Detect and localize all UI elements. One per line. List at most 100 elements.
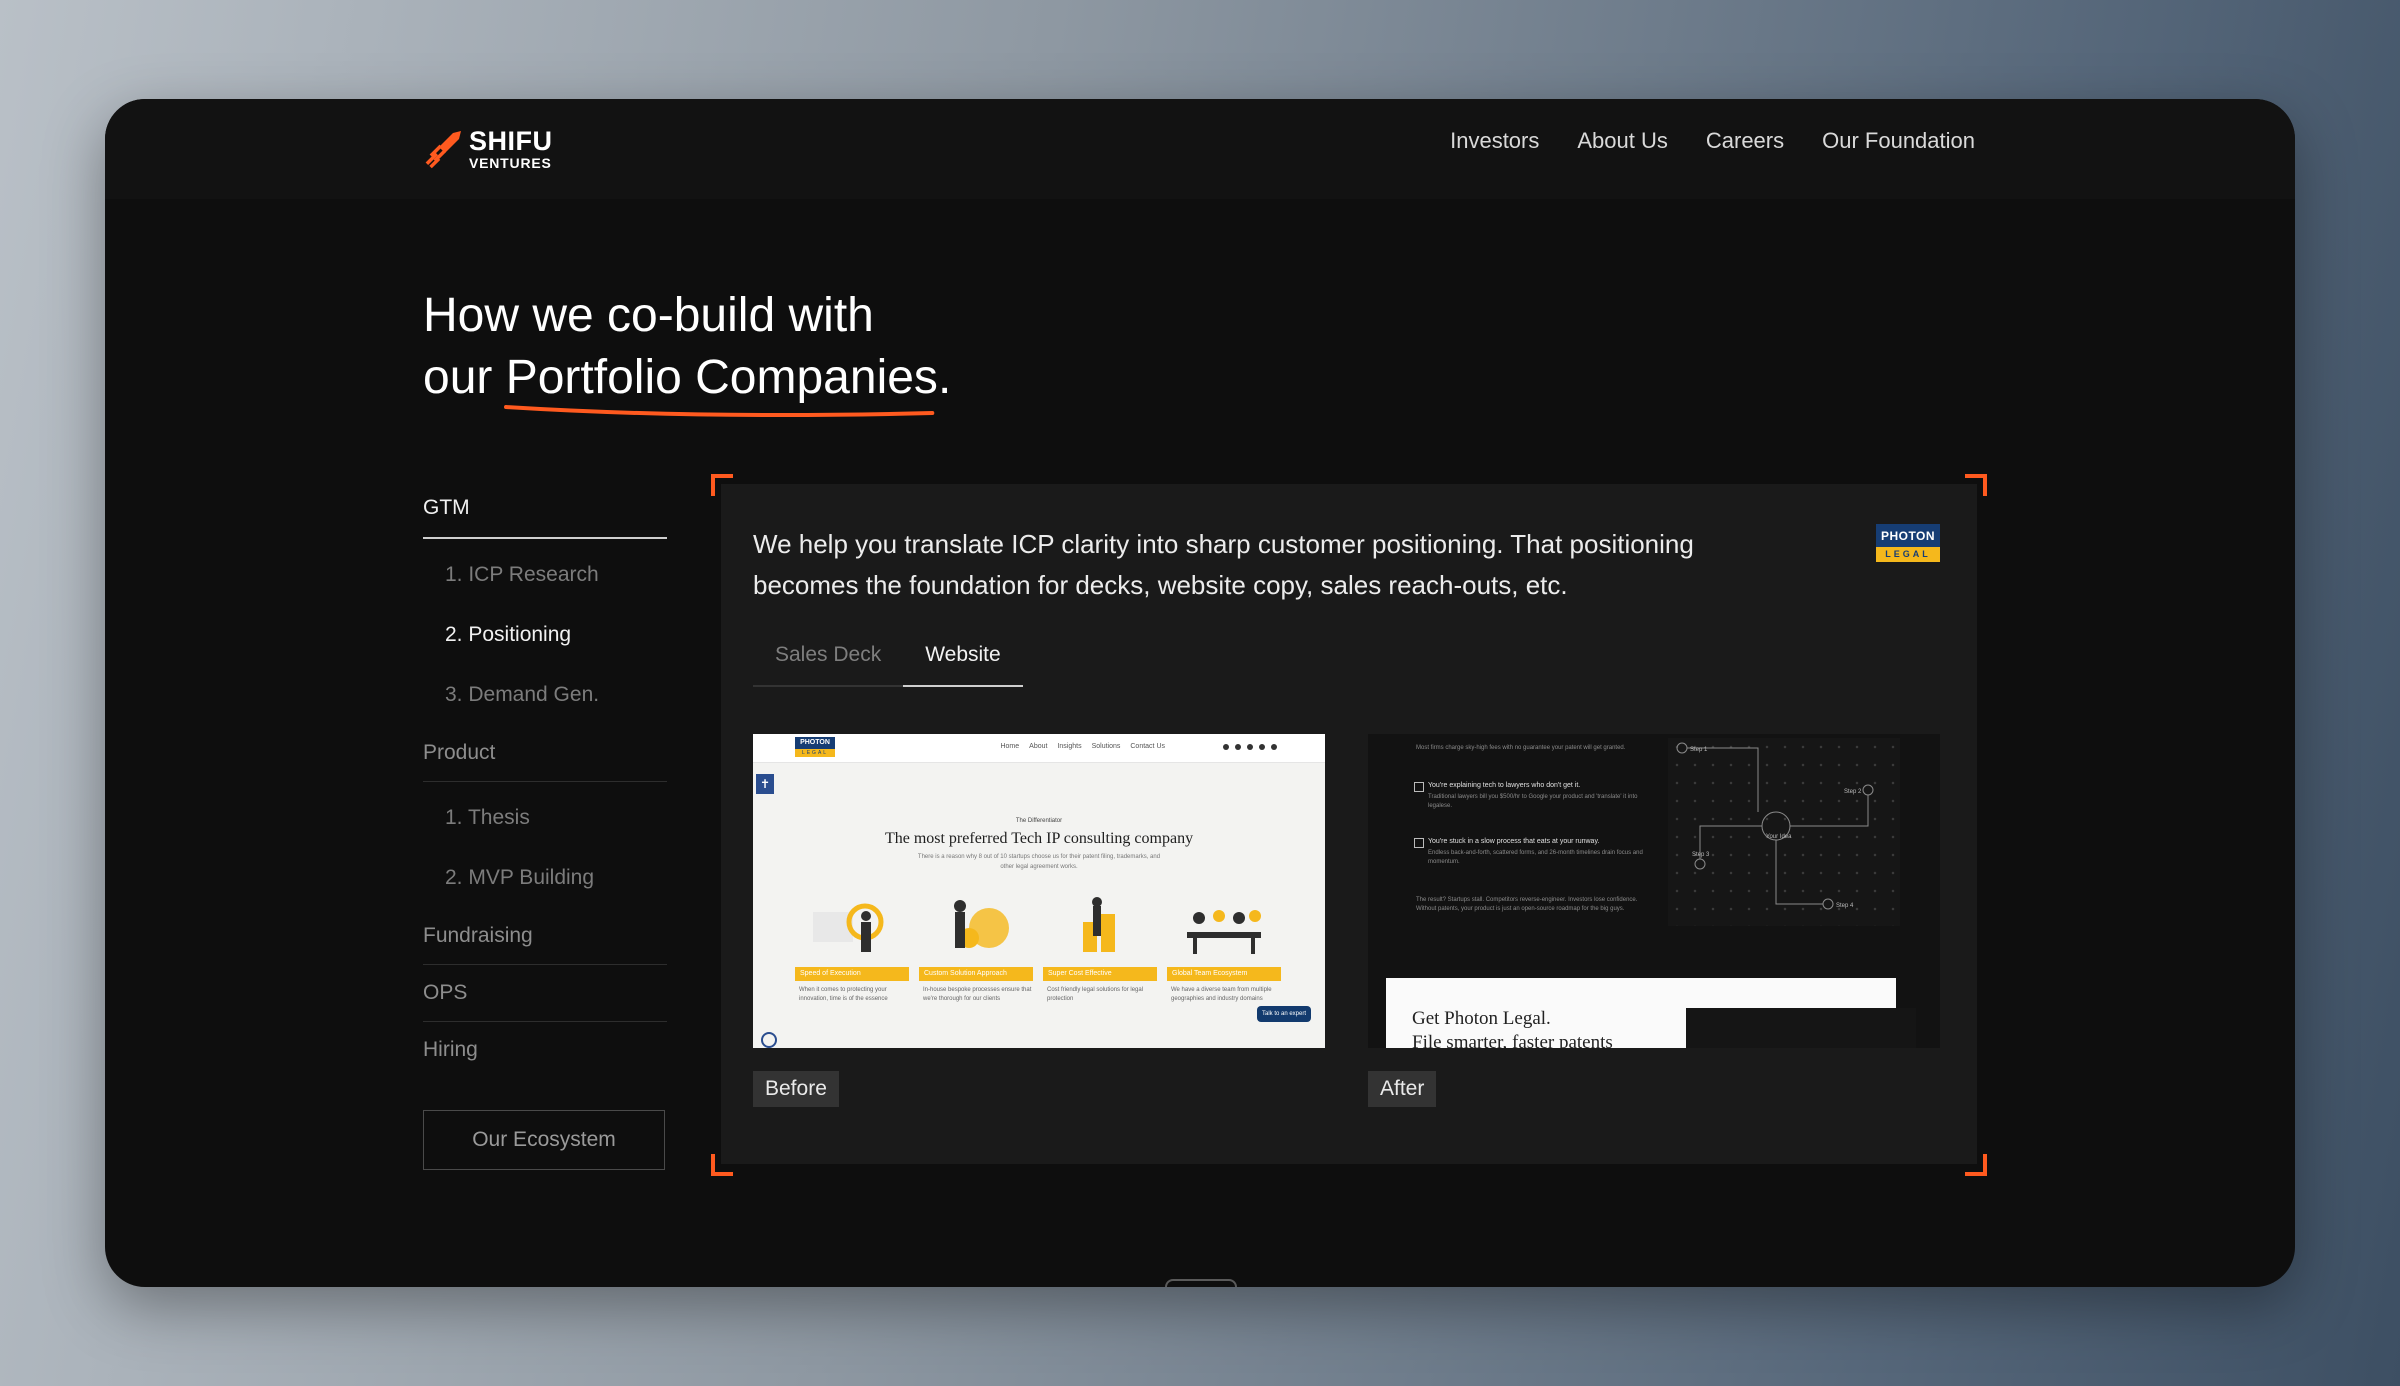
tab-website[interactable]: Website — [903, 629, 1023, 687]
after-row-sub: Endless back-and-forth, scattered forms,… — [1428, 850, 1643, 865]
before-logo-top: PHOTON — [795, 737, 835, 749]
before-text-line: There is a reason why 8 out of 10 startu… — [917, 854, 1161, 860]
browser-window: SHIFU VENTURES Investors About Us Career… — [105, 99, 2295, 1287]
grid-label: Your Idea — [1766, 834, 1792, 840]
before-card: Global Team Ecosystem We have a diverse … — [1167, 892, 1281, 1004]
social-icon — [1259, 744, 1265, 750]
illustration-icon — [1083, 897, 1115, 952]
before-text-line: other legal agreement works. — [1000, 864, 1078, 870]
badge-top: PHOTON — [1876, 524, 1940, 547]
grid-label: Step 3 — [1692, 852, 1710, 858]
sidebar-cat-fundraising[interactable]: Fundraising — [423, 908, 667, 965]
page-title: How we co-build with our Portfolio Compa… — [423, 285, 952, 417]
our-ecosystem-button[interactable]: Our Ecosystem — [423, 1110, 665, 1170]
after-row-sub: Traditional lawyers bill you $500/hr to … — [1428, 794, 1638, 809]
before-label: Before — [753, 1071, 839, 1107]
sidebar-item-demand-gen[interactable]: 3. Demand Gen. — [423, 665, 667, 725]
before-site-nav: PHOTON LEGAL Home About Insights Solutio… — [753, 734, 1325, 763]
before-card: Speed of Execution When it comes to prot… — [795, 892, 909, 1004]
social-icon — [1247, 744, 1253, 750]
before-site-logo: PHOTON LEGAL — [795, 737, 835, 757]
before-link: Home — [1000, 743, 1020, 750]
after-cta-title: Get Photon Legal. — [1412, 1008, 1551, 1029]
title-suffix: . — [937, 351, 952, 404]
flow-diagram-icon: Step 1 Step 2 Your Idea Step 3 Step 4 — [1676, 742, 1874, 910]
before-chat-button: Talk to an expert — [1257, 1006, 1311, 1022]
gtm-subitems: 1. ICP Research 2. Positioning 3. Demand… — [423, 539, 667, 725]
panel-description: We help you translate ICP clarity into s… — [753, 529, 1694, 600]
photon-legal-logo: PHOTON LEGAL — [1876, 524, 1940, 562]
logo-wordmark: SHIFU VENTURES — [469, 126, 553, 171]
after-cta-dark-card — [1686, 1008, 1916, 1048]
before-card-text: In-house bespoke processes ensure that w… — [923, 987, 1032, 1002]
grid-label: Step 4 — [1836, 903, 1854, 909]
before-logo-bottom: LEGAL — [795, 749, 835, 757]
before-card-text: Cost friendly legal solutions for legal … — [1047, 987, 1144, 1002]
product-subitems: 1. Thesis 2. MVP Building — [423, 782, 667, 908]
before-card-tag: Speed of Execution — [795, 967, 909, 981]
social-icon — [1223, 744, 1229, 750]
after-row-title: You're stuck in a slow process that eats… — [1428, 838, 1600, 845]
before-eyebrow: The Differentiator — [1015, 818, 1063, 824]
before-card: Custom Solution Approach In-house bespok… — [919, 892, 1033, 1004]
nav-link-investors[interactable]: Investors — [1450, 126, 1539, 156]
nav-link-our-foundation[interactable]: Our Foundation — [1822, 126, 1975, 156]
illustration-icon — [1187, 910, 1261, 954]
after-row-sub: The result? Startups stall. Competitors … — [1416, 897, 1638, 912]
sidebar-cat-gtm[interactable]: GTM — [423, 479, 667, 539]
chat-icon — [761, 1032, 777, 1048]
after-text-row: You're stuck in a slow process that eats… — [1428, 838, 1658, 867]
top-nav: SHIFU VENTURES Investors About Us Career… — [105, 99, 2295, 199]
after-screenshot[interactable]: Most firms charge sky-high fees with no … — [1368, 734, 1940, 1048]
panel-tabs: Sales Deck Website — [753, 629, 1023, 687]
title-line2-prefix: our — [423, 351, 506, 404]
before-social-icons — [1223, 744, 1277, 750]
after-dot-grid: Step 1 Step 2 Your Idea Step 3 Step 4 — [1668, 738, 1900, 926]
sidebar-item-icp-research[interactable]: 1. ICP Research — [423, 545, 667, 605]
sidebar-cat-product[interactable]: Product — [423, 725, 667, 782]
rocket-logo-icon — [425, 131, 461, 169]
sidebar-nav: GTM 1. ICP Research 2. Positioning 3. De… — [423, 479, 667, 1078]
after-label: After — [1368, 1071, 1437, 1107]
after-text-row: The result? Startups stall. Competitors … — [1416, 892, 1656, 914]
x-icon — [1414, 838, 1424, 848]
tab-sales-deck[interactable]: Sales Deck — [753, 629, 904, 687]
shifu-logo[interactable]: SHIFU VENTURES — [423, 119, 553, 179]
before-screenshot[interactable]: PHOTON LEGAL Home About Insights Solutio… — [753, 734, 1325, 1048]
illustration-icon — [954, 900, 1009, 948]
logo-line1: SHIFU — [469, 126, 553, 156]
accessibility-icon: ✝ — [756, 774, 774, 794]
nav-link-careers[interactable]: Careers — [1706, 126, 1784, 156]
underline-swash-icon — [503, 405, 935, 417]
scroll-indicator[interactable] — [1165, 1279, 1237, 1287]
after-cta-section: Get Photon Legal. File smarter, faster p… — [1386, 978, 1916, 1048]
before-card-tag: Super Cost Effective — [1043, 967, 1157, 981]
after-row-sub: Most firms charge sky-high fees with no … — [1416, 745, 1626, 751]
nav-link-about-us[interactable]: About Us — [1577, 126, 1668, 156]
x-icon — [1414, 782, 1424, 792]
sidebar-cat-ops[interactable]: OPS — [423, 965, 667, 1022]
logo-line2: VENTURES — [469, 155, 552, 171]
social-icon — [1235, 744, 1241, 750]
before-feature-cards: Speed of Execution When it comes to prot… — [795, 892, 1281, 1004]
after-cta-sub: File smarter, faster patents — [1412, 1032, 1613, 1048]
nav-links: Investors About Us Careers Our Foundatio… — [1450, 126, 1975, 156]
title-highlight-text: Portfolio Companies — [505, 351, 938, 404]
before-link: Contact Us — [1130, 743, 1165, 750]
after-text-row: Most firms charge sky-high fees with no … — [1416, 740, 1646, 753]
before-title: The most preferred Tech IP consulting co… — [884, 830, 1194, 847]
illustration-icon — [813, 903, 884, 952]
badge-bottom: LEGAL — [1876, 547, 1940, 562]
content-panel: We help you translate ICP clarity into s… — [721, 484, 1977, 1164]
grid-label: Step 1 — [1690, 747, 1708, 753]
sidebar-item-thesis[interactable]: 1. Thesis — [423, 788, 667, 848]
sidebar-item-mvp-building[interactable]: 2. MVP Building — [423, 848, 667, 908]
title-highlight: Portfolio Companies — [503, 347, 938, 417]
sidebar-item-positioning[interactable]: 2. Positioning — [423, 605, 667, 665]
grid-label: Step 2 — [1844, 789, 1862, 795]
before-link: About — [1029, 743, 1048, 750]
sidebar-cat-hiring[interactable]: Hiring — [423, 1022, 667, 1078]
before-link: Solutions — [1091, 743, 1121, 750]
before-card-tag: Global Team Ecosystem — [1167, 967, 1281, 981]
after-text-row: You're explaining tech to lawyers who do… — [1428, 782, 1658, 811]
